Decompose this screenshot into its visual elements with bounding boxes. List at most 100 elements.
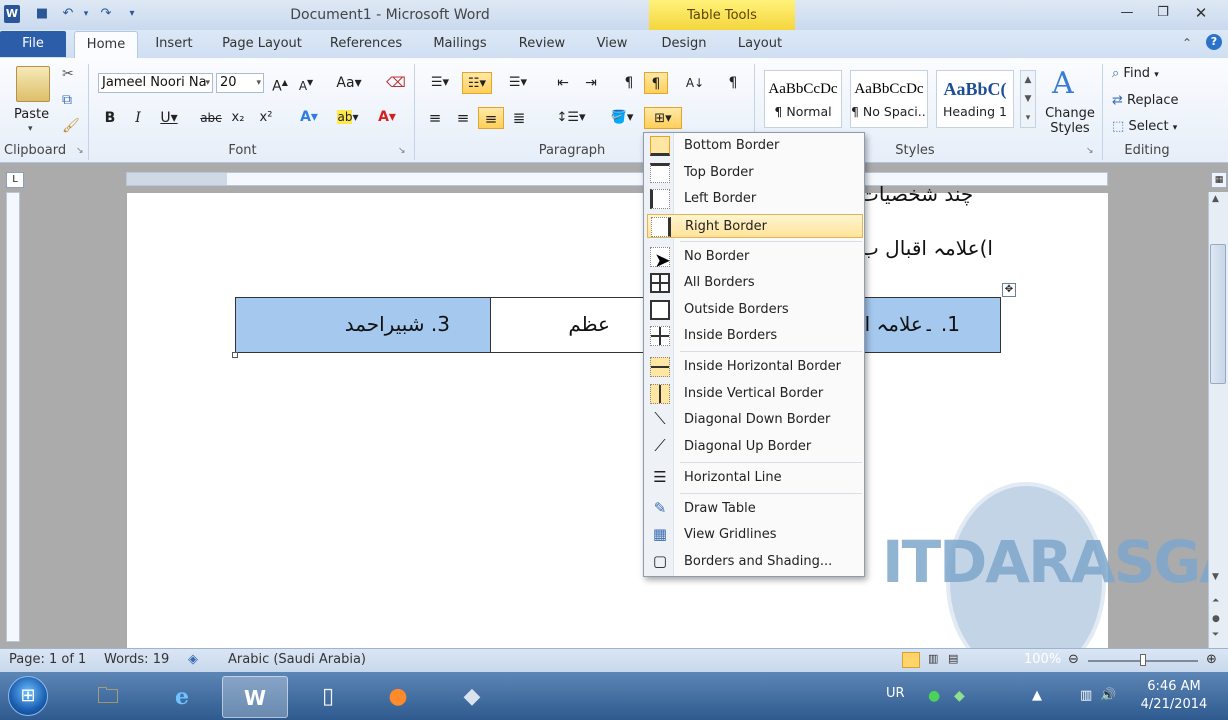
table-cell[interactable]: 3. شبیراحمد bbox=[236, 298, 491, 352]
input-language[interactable]: UR bbox=[886, 686, 905, 701]
format-painter-icon[interactable]: 🖌 bbox=[62, 118, 80, 134]
tab-references[interactable]: References bbox=[324, 30, 408, 58]
tab-layout[interactable]: Layout bbox=[732, 30, 788, 58]
subscript-icon[interactable]: x₂ bbox=[228, 107, 248, 129]
ribbon-minimize-icon[interactable]: ⌃ bbox=[1182, 36, 1192, 50]
copy-icon[interactable]: ⧉ bbox=[62, 92, 72, 108]
volume-icon[interactable]: 🔊 bbox=[1100, 688, 1116, 703]
full-screen-reading-icon[interactable]: ▥ bbox=[928, 652, 938, 665]
center-icon[interactable]: ≡ bbox=[452, 107, 474, 129]
line-spacing-icon[interactable]: ↕☰▾ bbox=[554, 107, 588, 129]
tray-app-icon[interactable]: ● bbox=[928, 688, 940, 704]
view-ruler-icon[interactable]: ▦ bbox=[1211, 172, 1227, 188]
justify-icon[interactable]: ≣ bbox=[508, 107, 530, 129]
multilevel-list-icon[interactable]: ☰▾ bbox=[502, 72, 534, 94]
grow-font-icon[interactable]: A▲ bbox=[270, 72, 290, 95]
align-right-icon[interactable]: ≡ bbox=[478, 107, 504, 129]
style-heading-1[interactable]: AaBbC( Heading 1 bbox=[936, 70, 1014, 128]
tab-selector-icon[interactable]: L bbox=[6, 172, 24, 188]
styles-launcher-icon[interactable]: ↘ bbox=[1086, 146, 1094, 156]
bold-icon[interactable]: B bbox=[100, 107, 120, 129]
menu-item-outside-borders[interactable]: Outside Borders bbox=[647, 298, 863, 322]
select-button[interactable]: ⬚ Select ▾ bbox=[1112, 119, 1177, 134]
superscript-icon[interactable]: x² bbox=[256, 107, 276, 129]
menu-item-draw-table[interactable]: ✎ Draw Table bbox=[647, 497, 863, 521]
shading-icon[interactable]: 🪣▾ bbox=[604, 107, 640, 129]
menu-item-right-border[interactable]: Right Border bbox=[647, 214, 863, 238]
menu-item-diagonal-down-border[interactable]: ⟍ Diagonal Down Border bbox=[647, 408, 863, 432]
scroll-down-icon[interactable]: ▼ bbox=[1212, 572, 1219, 582]
tab-view[interactable]: View bbox=[588, 30, 636, 58]
sort-icon[interactable]: A↓ bbox=[684, 72, 706, 94]
ie-taskbar-icon[interactable]: e bbox=[156, 676, 208, 718]
menu-item-bottom-border[interactable]: Bottom Border bbox=[647, 134, 863, 158]
print-layout-icon[interactable] bbox=[902, 652, 920, 668]
menu-item-no-border[interactable]: No Border bbox=[647, 245, 863, 269]
menu-item-horizontal-line[interactable]: ☰ Horizontal Line bbox=[647, 466, 863, 490]
italic-icon[interactable]: I bbox=[128, 107, 148, 129]
menu-item-view-gridlines[interactable]: ▦ View Gridlines bbox=[647, 523, 863, 547]
styles-scroll-icon[interactable]: ▲ ▼ ▾ bbox=[1020, 70, 1036, 128]
cut-icon[interactable]: ✂ bbox=[62, 66, 74, 82]
tray-app-icon[interactable]: ◆ bbox=[954, 688, 965, 704]
clear-formatting-icon[interactable]: ⌫ bbox=[384, 72, 408, 94]
document-table[interactable]: 3. شبیراحمد عظم 1. ۔علامہ اق bbox=[235, 297, 1001, 353]
underline-icon[interactable]: U▾ bbox=[156, 107, 182, 129]
style-normal[interactable]: AaBbCcDc ¶ Normal bbox=[764, 70, 842, 128]
style-no-spacing[interactable]: AaBbCcDc ¶ No Spaci... bbox=[850, 70, 928, 128]
menu-item-inside-horizontal-border[interactable]: Inside Horizontal Border bbox=[647, 355, 863, 379]
menu-item-borders-and-shading[interactable]: ▢ Borders and Shading... bbox=[647, 550, 863, 574]
menu-item-all-borders[interactable]: All Borders bbox=[647, 271, 863, 295]
explorer-taskbar-icon[interactable]: 🗀 bbox=[82, 676, 134, 718]
scroll-up-icon[interactable]: ▲ bbox=[1212, 194, 1219, 204]
zoom-out-icon[interactable]: ⊖ bbox=[1068, 652, 1079, 667]
tab-file[interactable]: File bbox=[0, 31, 66, 57]
font-color-icon[interactable]: A▾ bbox=[372, 106, 402, 128]
start-button[interactable]: ⊞ bbox=[8, 676, 48, 716]
table-resize-handle[interactable] bbox=[232, 352, 238, 358]
proofing-icon[interactable]: ◈ bbox=[188, 652, 198, 667]
tab-insert[interactable]: Insert bbox=[148, 30, 200, 58]
font-launcher-icon[interactable]: ↘ bbox=[398, 146, 406, 156]
minimize-icon[interactable]: — bbox=[1114, 4, 1140, 22]
tab-mailings[interactable]: Mailings bbox=[424, 30, 496, 58]
align-left-icon[interactable]: ≡ bbox=[424, 107, 446, 129]
shrink-font-icon[interactable]: A▼ bbox=[296, 72, 316, 94]
tab-review[interactable]: Review bbox=[512, 30, 572, 58]
change-case-icon[interactable]: Aa▾ bbox=[334, 72, 364, 94]
replace-button[interactable]: ⇄ Replace bbox=[1112, 93, 1178, 108]
firefox-taskbar-icon[interactable]: ● bbox=[372, 676, 424, 718]
table-move-handle-icon[interactable]: ✥ bbox=[1002, 283, 1016, 297]
menu-item-inside-vertical-border[interactable]: Inside Vertical Border bbox=[647, 382, 863, 406]
borders-button[interactable]: ⊞▾ bbox=[644, 107, 682, 129]
tab-page-layout[interactable]: Page Layout bbox=[216, 30, 308, 58]
increase-indent-icon[interactable]: ⇥ bbox=[580, 72, 602, 94]
numbering-icon[interactable]: ☷▾ bbox=[462, 72, 492, 94]
find-button[interactable]: ⌕ Find ▾ bbox=[1112, 66, 1159, 81]
paste-button-label[interactable]: Paste bbox=[14, 107, 49, 122]
next-page-icon[interactable]: ⏷ bbox=[1212, 630, 1219, 640]
strikethrough-icon[interactable]: abc bbox=[198, 107, 224, 129]
doc-text-line[interactable]: چند شخصیات bbox=[860, 182, 973, 206]
ltr-icon[interactable]: ¶ bbox=[618, 72, 640, 94]
menu-item-top-border[interactable]: Top Border bbox=[647, 161, 863, 185]
restore-icon[interactable]: ❐ bbox=[1150, 4, 1176, 22]
decrease-indent-icon[interactable]: ⇤ bbox=[552, 72, 574, 94]
close-icon[interactable]: ✕ bbox=[1188, 4, 1214, 22]
change-styles-icon[interactable]: A bbox=[1052, 66, 1074, 101]
word-taskbar-icon[interactable]: W bbox=[222, 676, 288, 718]
document-taskbar-icon[interactable]: ▯ bbox=[302, 676, 354, 718]
rtl-icon[interactable]: ¶ bbox=[644, 72, 668, 94]
font-size-combo[interactable]: 20 ▾ bbox=[216, 73, 264, 93]
paste-icon[interactable] bbox=[16, 66, 50, 102]
menu-item-left-border[interactable]: Left Border bbox=[647, 187, 863, 211]
previous-page-icon[interactable]: ⏶ bbox=[1212, 596, 1219, 606]
recorder-taskbar-icon[interactable]: ◆ bbox=[446, 676, 498, 718]
change-styles-button[interactable]: Change Styles bbox=[1042, 106, 1098, 136]
language-indicator[interactable]: Arabic (Saudi Arabia) bbox=[228, 652, 366, 667]
tray-expand-icon[interactable]: ▲ bbox=[1032, 688, 1042, 703]
zoom-level[interactable]: 100% bbox=[1024, 652, 1061, 667]
help-icon[interactable]: ? bbox=[1206, 34, 1222, 50]
zoom-in-icon[interactable]: ⊕ bbox=[1206, 652, 1217, 667]
font-name-combo[interactable]: Jameel Noori Na ▾ bbox=[98, 73, 213, 93]
